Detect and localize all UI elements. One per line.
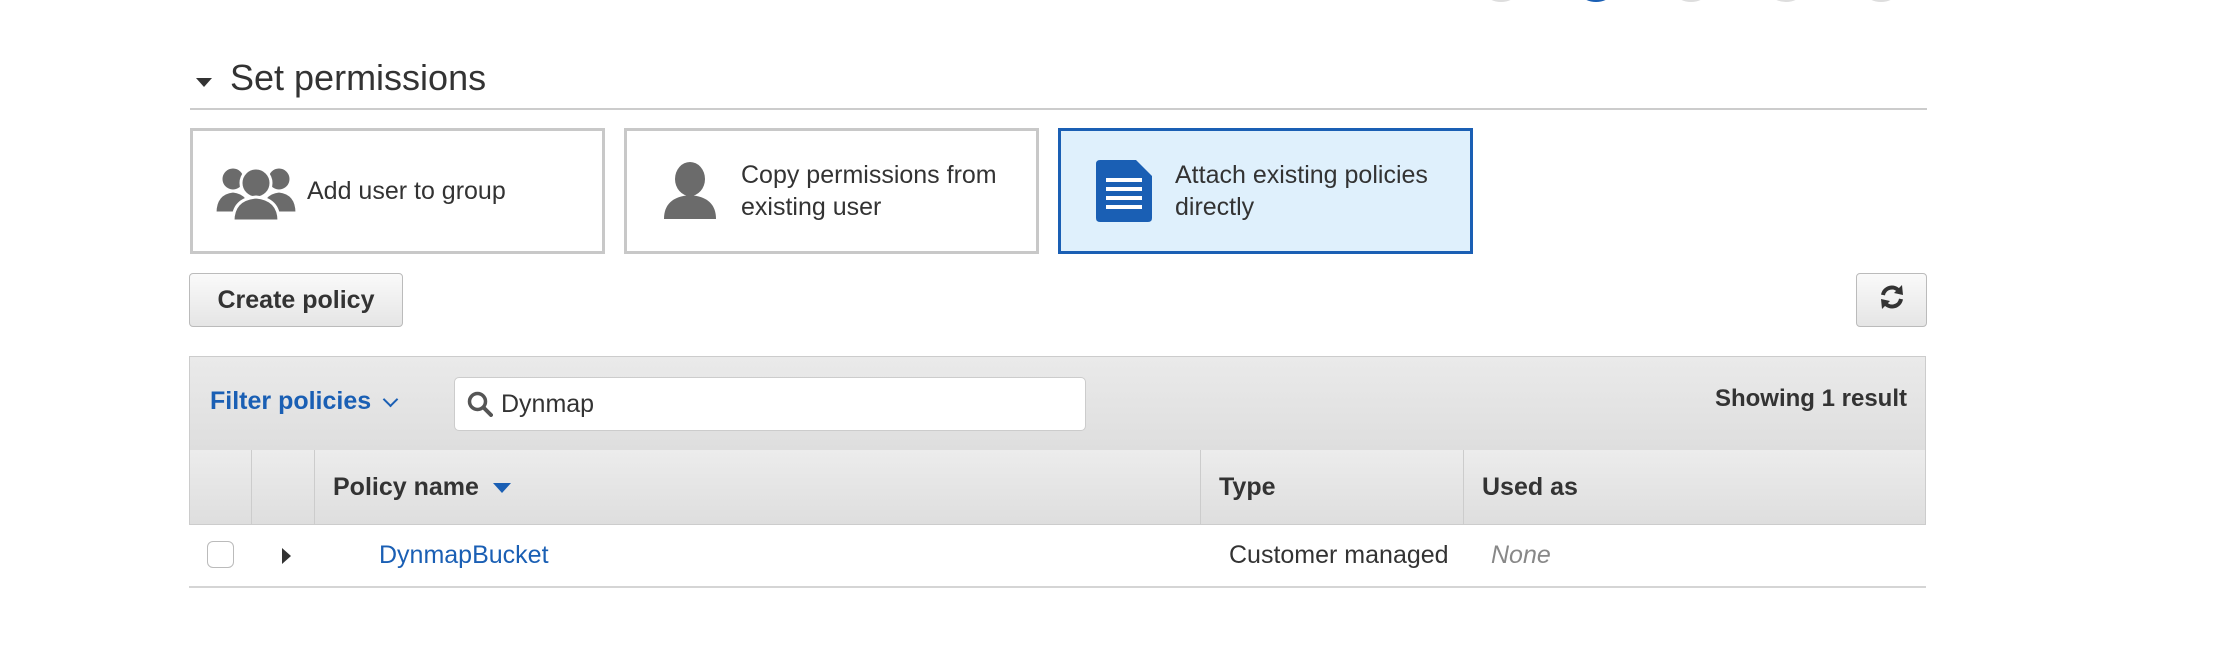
- policy-type: Customer managed: [1229, 541, 1449, 569]
- row-checkbox[interactable]: [207, 541, 234, 568]
- column-header-policy-name[interactable]: Policy name: [315, 450, 1201, 525]
- document-icon: [1083, 160, 1165, 222]
- table-row[interactable]: DynmapBucket Customer managed None: [189, 525, 1926, 588]
- filter-policies-dropdown[interactable]: Filter policies: [210, 387, 399, 416]
- step-2[interactable]: [1573, 0, 1619, 2]
- policy-used-as: None: [1491, 541, 1551, 569]
- refresh-button[interactable]: [1856, 273, 1927, 327]
- policy-name-link[interactable]: DynmapBucket: [379, 525, 549, 586]
- policy-table-header: Policy name Type Used as: [189, 450, 1926, 525]
- filter-policies-label: Filter policies: [210, 387, 372, 415]
- expand-row-icon[interactable]: [282, 548, 291, 564]
- option-copy-permissions[interactable]: Copy permissions from existing user: [624, 128, 1039, 254]
- result-count: Showing 1 result: [1714, 385, 1907, 412]
- column-header-used-as[interactable]: Used as: [1464, 450, 1925, 525]
- refresh-icon: [1878, 283, 1906, 318]
- caret-down-icon[interactable]: [196, 78, 212, 87]
- chevron-down-icon: [382, 391, 399, 408]
- column-header-type[interactable]: Type: [1201, 450, 1464, 525]
- expand-column-header: [252, 450, 315, 525]
- column-label: Policy name: [333, 473, 479, 501]
- column-label: Used as: [1482, 473, 1578, 501]
- search-field[interactable]: [454, 377, 1086, 431]
- select-column-header: [190, 450, 252, 525]
- section-divider: [190, 108, 1927, 110]
- step-5[interactable]: [1858, 0, 1904, 2]
- search-icon: [467, 391, 493, 417]
- step-3[interactable]: [1668, 0, 1714, 2]
- filter-bar: Filter policies Showing 1 result: [189, 356, 1926, 451]
- step-4[interactable]: [1763, 0, 1809, 2]
- sort-descending-icon[interactable]: [492, 482, 511, 493]
- column-label: Type: [1219, 473, 1276, 501]
- section-title[interactable]: Set permissions: [230, 56, 486, 100]
- create-policy-button[interactable]: Create policy: [189, 273, 403, 327]
- option-label: Copy permissions from existing user: [741, 161, 997, 221]
- option-label: Attach existing policies directly: [1175, 161, 1428, 221]
- option-attach-policies[interactable]: Attach existing policies directly: [1058, 128, 1473, 254]
- step-1[interactable]: [1478, 0, 1524, 2]
- option-label: Add user to group: [307, 177, 506, 205]
- search-input[interactable]: [493, 389, 1061, 419]
- user-icon: [649, 161, 731, 221]
- user-group-icon: [215, 161, 297, 221]
- option-add-user-to-group[interactable]: Add user to group: [190, 128, 605, 254]
